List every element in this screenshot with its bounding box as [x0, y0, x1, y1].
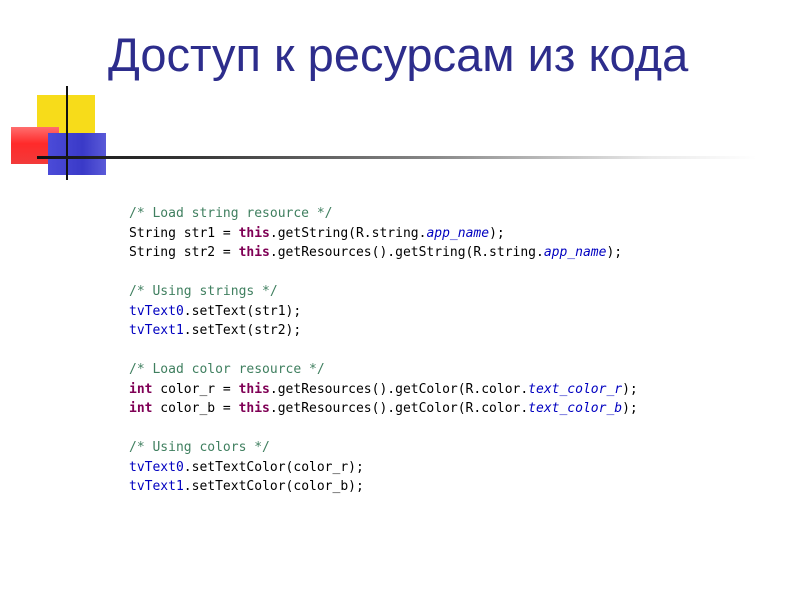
code-token-var: tvText1 — [129, 479, 184, 494]
code-token-comment: /* Using strings */ — [129, 284, 278, 299]
code-token-plain: .setText(str2); — [183, 323, 302, 338]
code-line: tvText0.setText(str1); — [129, 302, 638, 322]
code-token-var: tvText0 — [129, 303, 184, 319]
code-token-plain: color_b = — [152, 401, 239, 416]
code-line: int color_b = this.getResources().getCol… — [129, 399, 638, 419]
code-token-field: text_color_b — [528, 401, 623, 416]
code-token-plain: .getResources().getColor(R.color. — [269, 401, 529, 416]
code-token-kw: this — [238, 245, 270, 260]
code-token-plain: .setTextColor(color_r); — [183, 459, 364, 475]
code-line: /* Using strings */ — [129, 282, 638, 302]
code-token-plain: .setTextColor(color_b); — [183, 479, 364, 494]
code-line: tvText1.setTextColor(color_b); — [129, 477, 638, 497]
code-line: tvText1.setText(str2); — [129, 321, 638, 341]
code-line: String str1 = this.getString(R.string.ap… — [129, 224, 638, 244]
code-token-plain: String str2 = — [129, 245, 239, 260]
code-token-plain: .setText(str1); — [183, 303, 302, 319]
code-token-plain: ); — [622, 401, 638, 416]
code-line: int color_r = this.getResources().getCol… — [129, 380, 638, 400]
code-token-plain: ); — [606, 245, 623, 260]
code-token-plain: String str1 = — [129, 225, 239, 241]
slide: Доступ к ресурсам из кода /* Load string… — [0, 0, 800, 600]
code-token-plain: .getResources().getString(R.string. — [269, 245, 544, 260]
slide-title: Доступ к ресурсам из кода — [108, 28, 689, 81]
code-line: /* Using colors */ — [129, 438, 638, 458]
code-token-kw: int — [129, 381, 153, 397]
code-line: tvText0.setTextColor(color_r); — [129, 458, 638, 478]
code-line: /* Load color resource */ — [129, 360, 638, 380]
code-token-comment: /* Load color resource */ — [129, 362, 325, 377]
code-token-plain: ); — [622, 381, 638, 397]
code-token-var: tvText0 — [129, 459, 184, 475]
code-token-plain: color_r = — [152, 381, 239, 397]
decor-blue-square — [48, 133, 106, 175]
code-line: /* Load string resource */ — [129, 204, 638, 224]
code-token-field: app_name — [543, 245, 607, 260]
decor-vertical-line — [66, 86, 68, 180]
code-line: String str2 = this.getResources().getStr… — [129, 243, 638, 263]
code-token-kw: this — [238, 225, 270, 241]
code-token-plain: .getString(R.string. — [269, 225, 427, 241]
code-token-var: tvText1 — [129, 323, 184, 338]
code-token-comment: /* Load string resource */ — [129, 206, 333, 221]
code-block: /* Load string resource */ String str1 = … — [129, 204, 638, 497]
code-token-plain: ); — [489, 225, 505, 241]
title-divider-line — [37, 156, 757, 159]
code-token-plain: .getResources().getColor(R.color. — [269, 381, 529, 397]
code-token-kw: this — [238, 401, 270, 416]
code-token-kw: this — [238, 381, 270, 397]
code-token-field: app_name — [426, 225, 490, 241]
code-token-field: text_color_r — [528, 381, 623, 397]
code-token-comment: /* Using colors */ — [129, 440, 270, 455]
code-token-kw: int — [129, 401, 153, 416]
